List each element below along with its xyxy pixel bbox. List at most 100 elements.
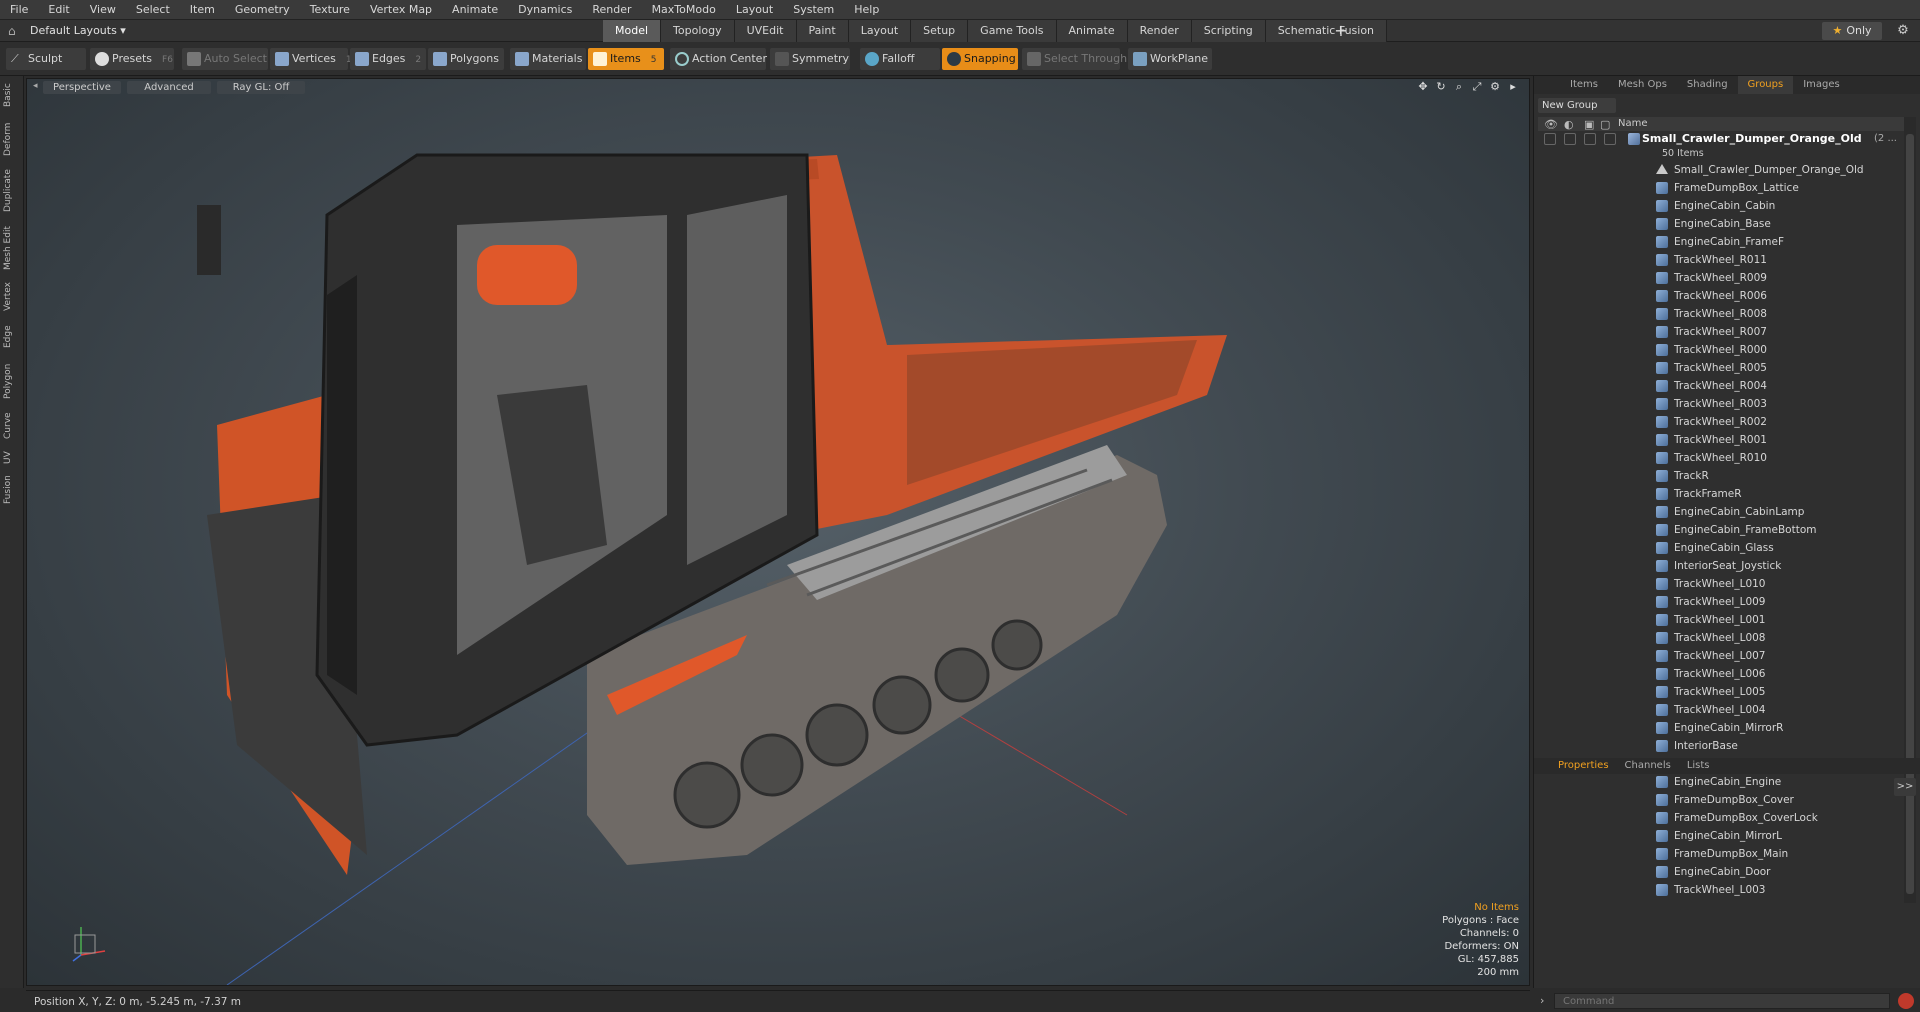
group-row[interactable]: Small_Crawler_Dumper_Orange_Old (2 ... [1538, 131, 1904, 147]
menu-item-help[interactable]: Help [844, 0, 889, 20]
list-item[interactable]: TrackWheel_R002 [1538, 413, 1904, 431]
menu-item-animate[interactable]: Animate [442, 0, 508, 20]
list-item[interactable]: TrackWheel_R004 [1538, 377, 1904, 395]
list-item[interactable]: TrackWheel_L010 [1538, 575, 1904, 593]
menu-item-view[interactable]: View [80, 0, 126, 20]
left-tab-basic[interactable]: Basic [3, 76, 21, 114]
action-center-button[interactable]: Action Center [670, 48, 767, 70]
left-tab-duplicate[interactable]: Duplicate [3, 164, 21, 218]
tab-setup[interactable]: Setup [911, 20, 969, 42]
fit-icon[interactable]: ⤢ [1471, 80, 1483, 94]
list-item[interactable]: EngineCabin_FrameF [1538, 233, 1904, 251]
list-item[interactable]: TrackWheel_R003 [1538, 395, 1904, 413]
bottom-tab-properties[interactable]: Properties [1550, 758, 1617, 774]
render-icon[interactable]: ◐ [1564, 118, 1574, 131]
list-item[interactable]: TrackWheel_R005 [1538, 359, 1904, 377]
snapping-button[interactable]: Snapping [942, 48, 1018, 70]
list-item[interactable]: TrackWheel_R009 [1538, 269, 1904, 287]
list-item[interactable]: TrackWheel_R011 [1538, 251, 1904, 269]
list-item[interactable]: FrameDumpBox_CoverLock [1538, 809, 1904, 827]
menu-item-maxtomodo[interactable]: MaxToModo [642, 0, 726, 20]
home-icon[interactable]: ⌂ [8, 23, 22, 39]
left-tab-polygon[interactable]: Polygon [3, 358, 21, 404]
viewport-gear-icon[interactable]: ⚙ [1489, 80, 1501, 94]
panel-tab-images[interactable]: Images [1793, 76, 1850, 94]
left-tab-deform[interactable]: Deform [3, 118, 21, 160]
tab-uvedit[interactable]: UVEdit [734, 20, 797, 42]
left-tab-mesh-edit[interactable]: Mesh Edit [3, 222, 21, 274]
list-item[interactable]: EngineCabin_MirrorL [1538, 827, 1904, 845]
stop-icon[interactable] [1898, 993, 1914, 1009]
tab-paint[interactable]: Paint [796, 20, 849, 42]
left-tab-edge[interactable]: Edge [3, 320, 21, 354]
rotate-icon[interactable]: ↻ [1435, 80, 1447, 94]
menu-item-layout[interactable]: Layout [726, 0, 783, 20]
tab-scripting[interactable]: Scripting [1191, 20, 1266, 42]
shading-dropdown[interactable]: Advanced [127, 81, 211, 94]
list-item[interactable]: TrackWheel_R010 [1538, 449, 1904, 467]
left-tab-fusion[interactable]: Fusion [3, 472, 21, 508]
sculpt-button[interactable]: ⟋ Sculpt [6, 48, 86, 70]
tab-render[interactable]: Render [1127, 20, 1192, 42]
list-item[interactable]: TrackWheel_R006 [1538, 287, 1904, 305]
menu-item-system[interactable]: System [783, 0, 844, 20]
gear-icon[interactable]: ⚙ [1894, 22, 1912, 40]
list-item[interactable]: TrackWheel_L008 [1538, 629, 1904, 647]
list-item[interactable]: EngineCabin_CabinLamp [1538, 503, 1904, 521]
new-group-button[interactable]: New Group [1538, 98, 1616, 113]
panel-tab-items[interactable]: Items [1560, 76, 1608, 94]
list-item[interactable]: TrackWheel_L007 [1538, 647, 1904, 665]
materials-button[interactable]: Materials [510, 48, 586, 70]
command-input[interactable] [1554, 993, 1890, 1009]
view-type-dropdown[interactable]: Perspective [43, 81, 121, 94]
select-icon[interactable]: ▢ [1600, 118, 1610, 131]
list-item[interactable]: TrackWheel_R007 [1538, 323, 1904, 341]
list-item[interactable]: TrackWheel_L003 [1538, 881, 1904, 899]
list-item[interactable]: TrackFrameR [1538, 485, 1904, 503]
add-tab-button[interactable]: + [1332, 21, 1350, 41]
viewport-menu-icon[interactable]: ◂ [33, 81, 38, 91]
pan-icon[interactable]: ✥ [1417, 80, 1429, 94]
group-eye-toggle[interactable] [1544, 133, 1556, 145]
list-item[interactable]: TrackWheel_L006 [1538, 665, 1904, 683]
layout-dropdown[interactable]: Default Layouts ▾ [24, 22, 132, 40]
raygl-dropdown[interactable]: Ray GL: Off [217, 81, 305, 94]
tab-layout[interactable]: Layout [848, 20, 912, 42]
panel-tab-groups[interactable]: Groups [1737, 76, 1794, 94]
list-item[interactable]: EngineCabin_Engine [1538, 773, 1904, 791]
left-tab-curve[interactable]: Curve [3, 408, 21, 444]
3d-viewport[interactable]: ◂ Perspective Advanced Ray GL: Off ✥ ↻ ⌕… [26, 78, 1530, 986]
tab-schematic-fusion[interactable]: Schematic Fusion [1265, 20, 1388, 42]
list-item[interactable]: EngineCabin_Base [1538, 215, 1904, 233]
list-item[interactable]: TrackWheel_R000 [1538, 341, 1904, 359]
symmetry-button[interactable]: Symmetry [770, 48, 850, 70]
collapse-button[interactable]: >> [1894, 778, 1916, 796]
tab-topology[interactable]: Topology [661, 20, 735, 42]
polygons-button[interactable]: Polygons [428, 48, 504, 70]
menu-item-item[interactable]: Item [180, 0, 225, 20]
auto-select-button[interactable]: Auto Select [182, 48, 268, 70]
list-item[interactable]: TrackWheel_R001 [1538, 431, 1904, 449]
zoom-icon[interactable]: ⌕ [1453, 80, 1465, 94]
left-tab-vertex[interactable]: Vertex [3, 278, 21, 316]
menu-item-file[interactable]: File [0, 0, 38, 20]
workplane-button[interactable]: WorkPlane [1128, 48, 1212, 70]
vertices-button[interactable]: Vertices 1 [270, 48, 352, 70]
tab-game-tools[interactable]: Game Tools [968, 20, 1057, 42]
bottom-tab-lists[interactable]: Lists [1679, 758, 1718, 774]
panel-tab-shading[interactable]: Shading [1677, 76, 1738, 94]
list-item[interactable]: InteriorBase [1538, 737, 1904, 755]
items-button[interactable]: Items 5 [588, 48, 664, 70]
menu-item-render[interactable]: Render [582, 0, 641, 20]
group-select-toggle[interactable] [1604, 133, 1616, 145]
select-through-button[interactable]: Select Through [1022, 48, 1127, 70]
list-item[interactable]: EngineCabin_Glass [1538, 539, 1904, 557]
list-item[interactable]: EngineCabin_Cabin [1538, 197, 1904, 215]
list-item[interactable]: EngineCabin_Door [1538, 863, 1904, 881]
menu-item-dynamics[interactable]: Dynamics [508, 0, 582, 20]
list-item[interactable]: FrameDumpBox_Lattice [1538, 179, 1904, 197]
left-tab-uv[interactable]: UV [3, 448, 21, 468]
list-item[interactable]: InteriorSeat_Joystick [1538, 557, 1904, 575]
group-lock-toggle[interactable] [1584, 133, 1596, 145]
list-item[interactable]: EngineCabin_FrameBottom [1538, 521, 1904, 539]
